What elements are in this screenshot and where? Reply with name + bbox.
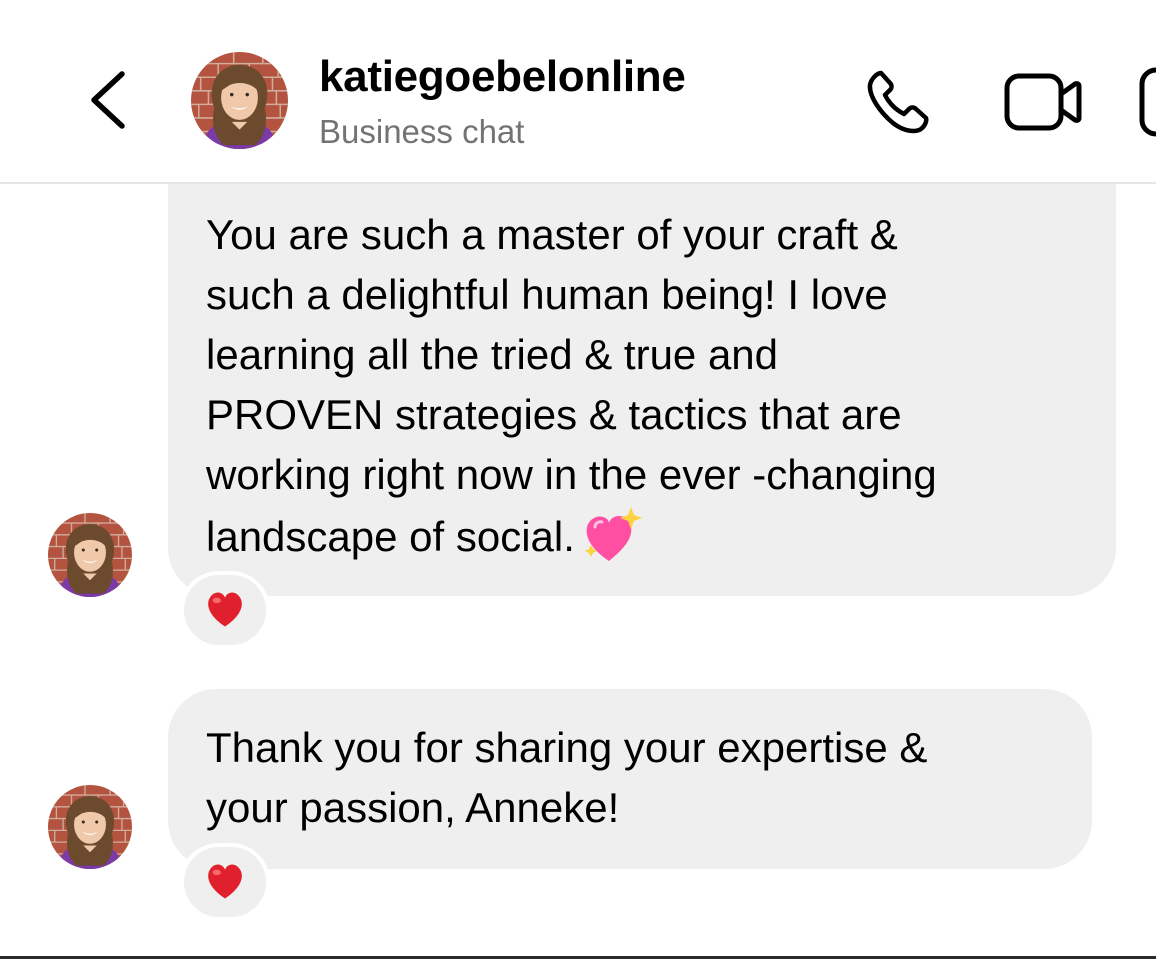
video-call-button[interactable]	[998, 62, 1088, 142]
message-bubble[interactable]: You are such a master of your craft & su…	[168, 184, 1116, 596]
back-button[interactable]	[80, 64, 136, 136]
chat-header: katiegoebelonline Business chat	[0, 0, 1156, 184]
phone-icon	[867, 70, 929, 134]
message-text: Thank you for sharing your expertise & y…	[206, 724, 928, 831]
sender-avatar[interactable]	[48, 785, 132, 869]
message-reaction[interactable]	[180, 571, 270, 649]
message-bubble[interactable]: Thank you for sharing your expertise & y…	[168, 689, 1092, 869]
message-reaction[interactable]	[180, 843, 270, 921]
sparkling-heart-icon	[581, 505, 643, 581]
message-text: You are such a master of your craft & su…	[206, 211, 937, 560]
chevron-left-icon	[91, 71, 125, 129]
chat-type-label: Business chat	[319, 113, 525, 150]
contact-avatar[interactable]	[191, 52, 288, 149]
red-heart-icon	[208, 592, 242, 627]
info-button[interactable]	[1138, 66, 1156, 138]
info-icon	[1139, 67, 1156, 137]
video-camera-icon	[1004, 73, 1082, 131]
sender-avatar[interactable]	[48, 513, 132, 597]
red-heart-icon	[208, 864, 242, 899]
contact-username[interactable]: katiegoebelonline	[319, 52, 686, 102]
voice-call-button[interactable]	[858, 62, 938, 142]
